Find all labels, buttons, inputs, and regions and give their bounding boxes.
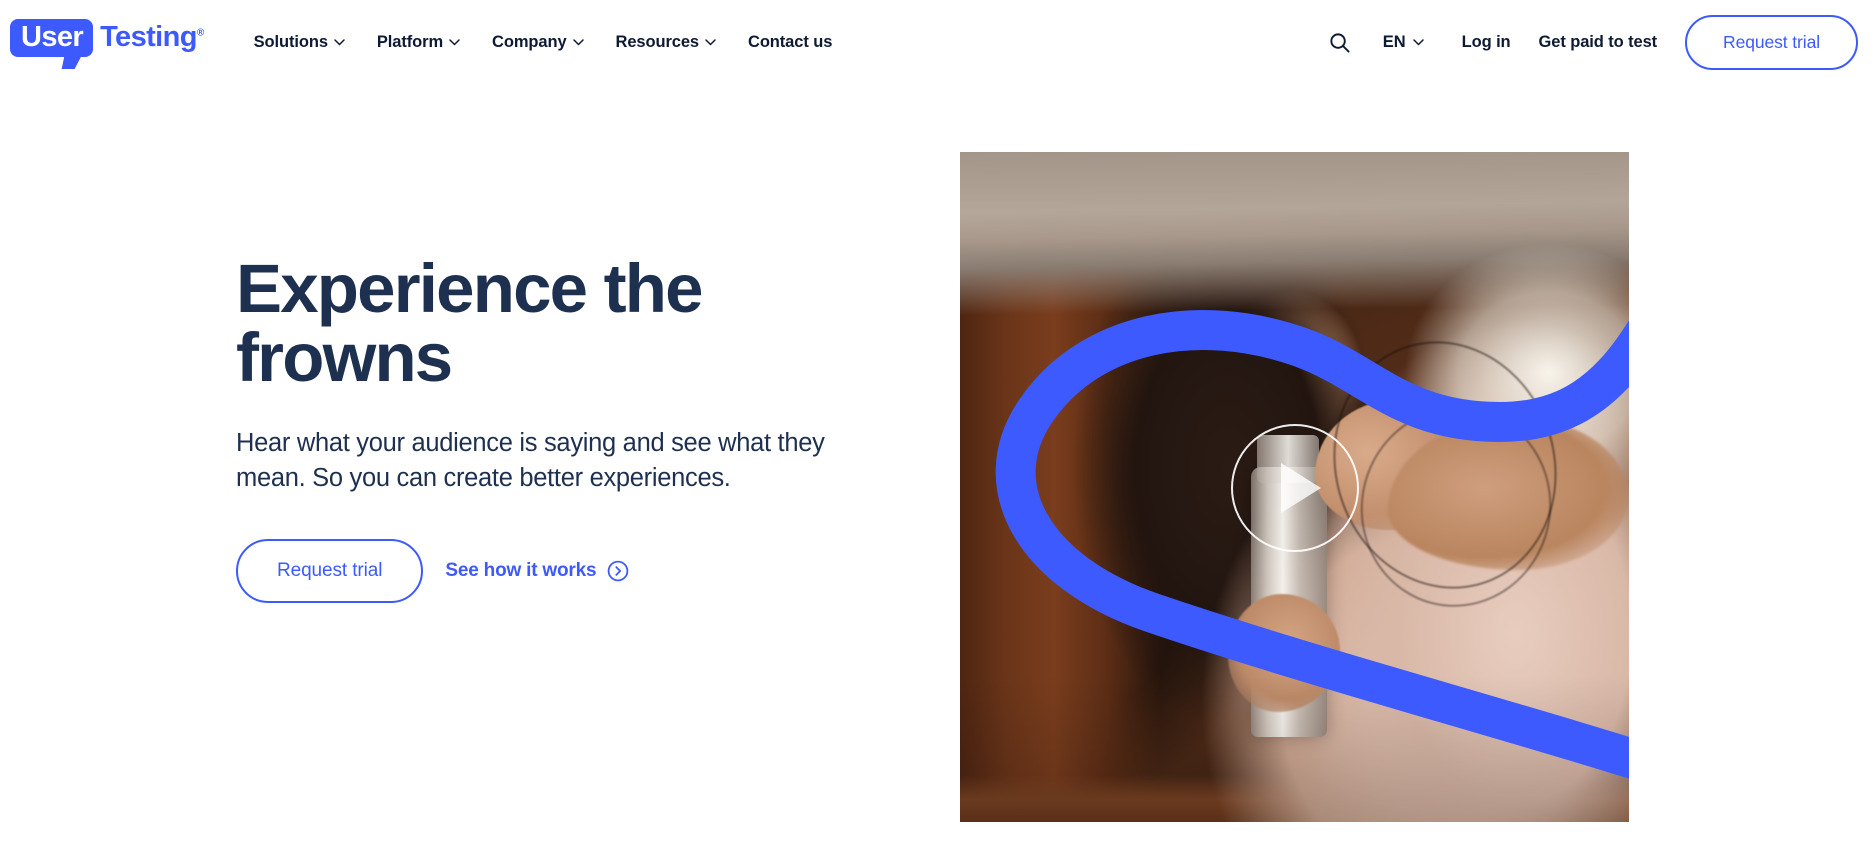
chevron-down-icon — [1412, 38, 1424, 46]
primary-navigation: Solutions Platform Company Resources Con — [238, 25, 849, 60]
nav-item-solutions[interactable]: Solutions — [238, 25, 361, 60]
nav-item-label: Resources — [615, 32, 700, 51]
see-how-it-works-label: See how it works — [445, 560, 597, 582]
circle-chevron-right-icon — [607, 560, 629, 582]
request-trial-button-hero[interactable]: Request trial — [236, 539, 424, 604]
chevron-down-icon — [334, 38, 345, 46]
language-label: EN — [1382, 32, 1406, 51]
nav-item-label: Contact us — [748, 32, 833, 51]
header-utilities: EN Log in Get paid to test Request trial — [1321, 14, 1876, 70]
hero-cta-row: Request trial See how it works — [236, 539, 960, 604]
nav-item-platform[interactable]: Platform — [361, 25, 476, 60]
language-selector[interactable]: EN — [1371, 25, 1436, 60]
chevron-down-icon — [449, 38, 460, 46]
logo-user-text: User — [21, 20, 84, 53]
usertesting-logo[interactable]: User Testing® — [10, 18, 204, 58]
logo-testing-text: Testing® — [100, 20, 204, 53]
logo-speech-bubble-icon: User — [10, 18, 94, 58]
hero-video-thumbnail[interactable] — [960, 152, 1629, 822]
page-title: Experience the frowns — [236, 250, 703, 396]
nav-item-label: Platform — [376, 32, 444, 51]
chevron-down-icon — [572, 38, 584, 46]
login-link[interactable]: Log in — [1448, 25, 1525, 60]
chevron-down-icon — [705, 38, 716, 46]
see-how-it-works-link[interactable]: See how it works — [445, 560, 629, 582]
registered-trademark-icon: ® — [196, 27, 204, 39]
nav-item-label: Solutions — [253, 32, 328, 51]
search-icon[interactable] — [1321, 23, 1359, 61]
nav-item-contact-us[interactable]: Contact us — [732, 25, 848, 60]
nav-item-resources[interactable]: Resources — [600, 25, 732, 60]
hero-subheadline: Hear what your audience is saying and se… — [236, 429, 825, 492]
get-paid-to-test-link[interactable]: Get paid to test — [1525, 25, 1672, 60]
nav-item-label: Company — [492, 32, 567, 51]
hero-copy: Experience the frowns Hear what your aud… — [0, 84, 960, 851]
play-icon — [1280, 463, 1321, 514]
play-button[interactable] — [1230, 424, 1359, 553]
site-header: User Testing® Solutions Platform Company… — [0, 0, 1876, 84]
hero-section: Experience the frowns Hear what your aud… — [0, 84, 1876, 851]
nav-item-company[interactable]: Company — [476, 25, 599, 60]
hero-media-column — [960, 84, 1876, 851]
request-trial-button-header[interactable]: Request trial — [1685, 14, 1858, 70]
